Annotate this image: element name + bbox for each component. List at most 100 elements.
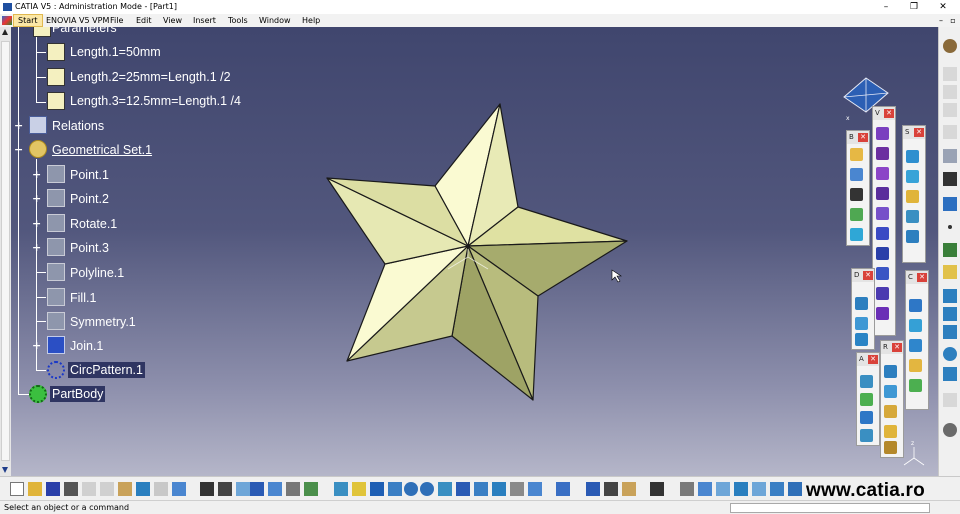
floating-toolbar-r[interactable]: R ✕	[880, 340, 904, 458]
new-file-icon[interactable]	[10, 482, 24, 496]
tool-icon[interactable]	[884, 405, 897, 418]
catia-logo-icon[interactable]	[2, 16, 12, 25]
undo-icon[interactable]	[136, 482, 150, 496]
whats-this-icon[interactable]	[172, 482, 186, 496]
close-toolbar-button[interactable]: ✕	[914, 128, 924, 137]
tool-icon[interactable]	[876, 307, 889, 320]
tool-icon[interactable]	[604, 482, 618, 496]
tool-icon[interactable]	[286, 482, 300, 496]
tool-icon[interactable]	[876, 247, 889, 260]
floating-toolbar-s[interactable]: S ✕	[902, 125, 926, 263]
copy-icon[interactable]	[100, 482, 114, 496]
tool-icon[interactable]	[268, 482, 282, 496]
plane-tool-icon[interactable]	[943, 265, 957, 279]
zoom-out-icon[interactable]	[420, 482, 434, 496]
tool-icon[interactable]	[860, 393, 873, 406]
tool-icon[interactable]	[943, 172, 957, 186]
floating-toolbar-b[interactable]: B ✕	[846, 130, 870, 246]
menu-view[interactable]: View	[163, 14, 182, 27]
tool-icon[interactable]	[876, 227, 889, 240]
tool-icon[interactable]	[884, 441, 897, 454]
tool-icon[interactable]	[304, 482, 318, 496]
menu-help[interactable]: Help	[302, 14, 320, 27]
floating-toolbar-v[interactable]: V ✕	[872, 106, 896, 336]
redo-icon[interactable]	[154, 482, 168, 496]
tool-icon[interactable]	[909, 379, 922, 392]
tool-icon[interactable]	[943, 103, 957, 117]
menu-enovia[interactable]: ENOVIA V5 VPM	[46, 14, 109, 27]
close-button[interactable]: ✕	[929, 0, 957, 14]
formula-icon[interactable]	[200, 482, 214, 496]
tool-icon[interactable]	[716, 482, 730, 496]
menu-edit[interactable]: Edit	[136, 14, 152, 27]
workbench-icon[interactable]	[943, 39, 957, 53]
tool-icon[interactable]	[850, 208, 863, 221]
open-file-icon[interactable]	[28, 482, 42, 496]
tool-icon[interactable]	[622, 482, 636, 496]
rotate-view-icon[interactable]	[388, 482, 402, 496]
floating-toolbar-c[interactable]: C ✕	[905, 270, 929, 410]
tool-icon[interactable]	[850, 228, 863, 241]
close-toolbar-button[interactable]: ✕	[868, 355, 878, 364]
tool-icon[interactable]	[943, 393, 957, 407]
tool-icon[interactable]	[943, 289, 957, 303]
tool-icon[interactable]	[906, 210, 919, 223]
line-tool-icon[interactable]	[943, 243, 957, 257]
menu-window[interactable]: Window	[259, 14, 291, 27]
tool-icon[interactable]	[850, 168, 863, 181]
maximize-button[interactable]: ❐	[900, 0, 928, 14]
close-toolbar-button[interactable]: ✕	[917, 273, 927, 282]
tool-icon[interactable]	[943, 149, 957, 163]
grid-icon[interactable]	[752, 482, 766, 496]
tool-icon[interactable]	[860, 411, 873, 424]
sketch-icon[interactable]	[943, 197, 957, 211]
tool-icon[interactable]	[876, 267, 889, 280]
tool-icon[interactable]	[855, 317, 868, 330]
tool-icon[interactable]	[556, 482, 570, 496]
doc-restore-button[interactable]: ▫	[946, 14, 960, 27]
tool-icon[interactable]	[909, 319, 922, 332]
tool-icon[interactable]	[943, 325, 957, 339]
minimize-button[interactable]: –	[872, 0, 900, 14]
command-input[interactable]	[730, 503, 930, 513]
tool-icon[interactable]	[943, 423, 957, 437]
swap-space-icon[interactable]	[528, 482, 542, 496]
tool-icon[interactable]	[909, 339, 922, 352]
close-toolbar-button[interactable]: ✕	[863, 271, 873, 280]
close-toolbar-button[interactable]: ✕	[884, 109, 894, 118]
tool-icon[interactable]	[860, 375, 873, 388]
tool-icon[interactable]	[698, 482, 712, 496]
tool-icon[interactable]	[884, 365, 897, 378]
tool-icon[interactable]	[855, 333, 868, 346]
3d-viewport[interactable]: Parameters Length.1=50mm Length.2=25mm=L…	[0, 27, 938, 476]
tool-icon[interactable]	[906, 190, 919, 203]
tool-icon[interactable]	[906, 150, 919, 163]
tool-icon[interactable]	[850, 148, 863, 161]
tool-icon[interactable]	[850, 188, 863, 201]
multi-view-icon[interactable]	[456, 482, 470, 496]
tool-icon[interactable]	[860, 429, 873, 442]
tool-icon[interactable]	[680, 482, 694, 496]
knowledge-icon[interactable]	[218, 482, 232, 496]
tool-icon[interactable]	[876, 187, 889, 200]
paste-icon[interactable]	[118, 482, 132, 496]
tool-icon[interactable]	[876, 287, 889, 300]
menu-insert[interactable]: Insert	[193, 14, 216, 27]
tool-icon[interactable]	[855, 297, 868, 310]
pan-icon[interactable]	[370, 482, 384, 496]
tool-icon[interactable]	[943, 367, 957, 381]
table-icon[interactable]	[250, 482, 264, 496]
fly-mode-icon[interactable]	[334, 482, 348, 496]
tool-icon[interactable]	[906, 230, 919, 243]
tool-icon[interactable]	[943, 125, 957, 139]
tool-icon[interactable]	[909, 299, 922, 312]
tool-icon[interactable]	[943, 307, 957, 321]
tool-icon[interactable]	[876, 127, 889, 140]
cut-icon[interactable]	[82, 482, 96, 496]
floating-toolbar-a[interactable]: A ✕	[856, 352, 880, 446]
tool-icon[interactable]	[586, 482, 600, 496]
shading-icon[interactable]	[492, 482, 506, 496]
tool-icon[interactable]	[943, 67, 957, 81]
tool-icon[interactable]	[876, 167, 889, 180]
tool-icon[interactable]	[909, 359, 922, 372]
